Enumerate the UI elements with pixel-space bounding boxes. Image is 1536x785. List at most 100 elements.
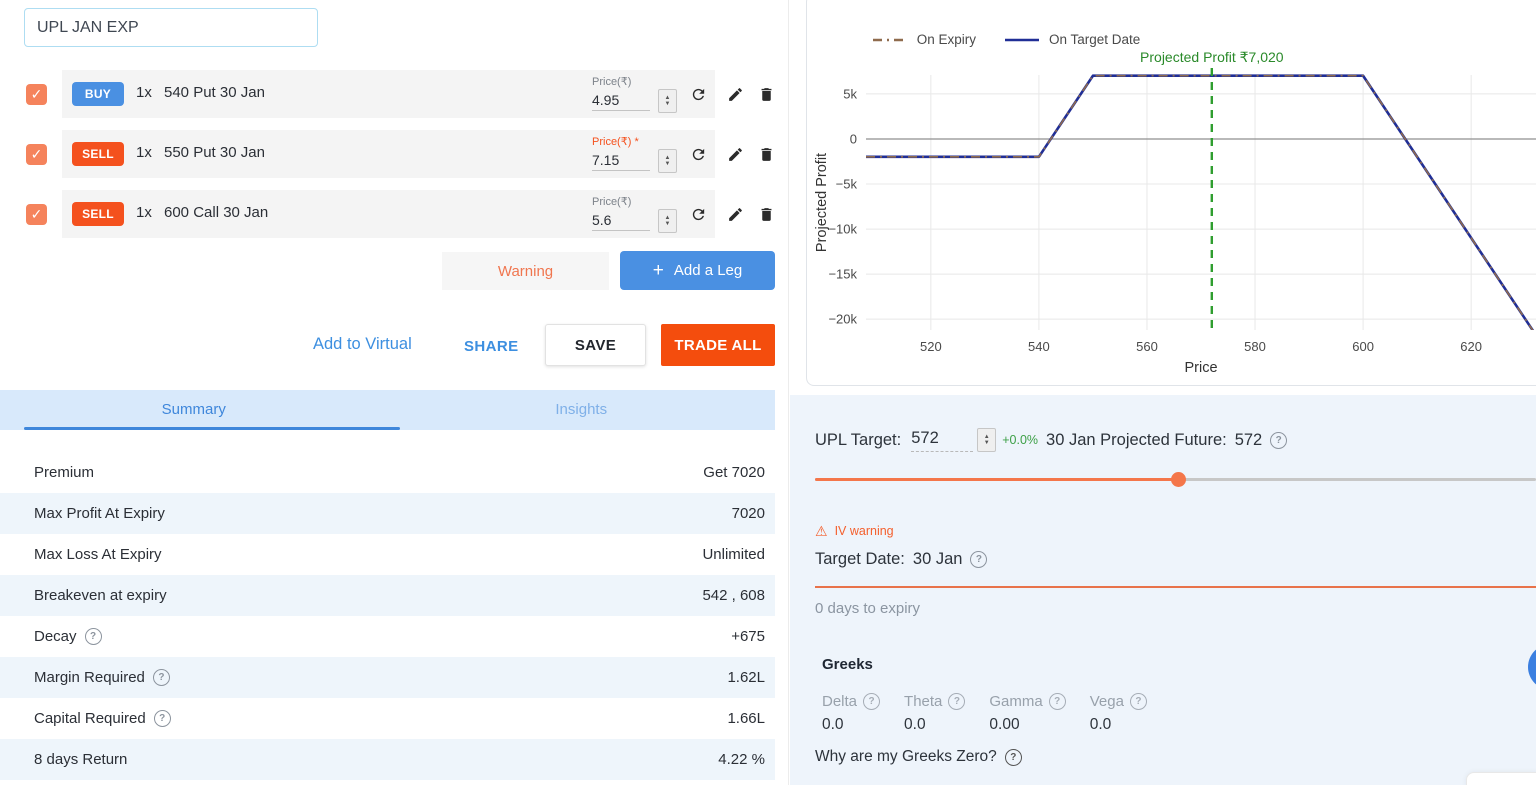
leg-instrument[interactable]: 540 Put 30 Jan [164, 84, 265, 101]
price-stepper[interactable]: ▲▼ [658, 209, 677, 233]
target-input[interactable]: 572 [911, 429, 973, 452]
side-badge-sell[interactable]: SELL [72, 202, 124, 226]
greek-gamma: Gamma? 0.00 [989, 693, 1065, 734]
trade-all-button[interactable]: TRADE ALL [661, 324, 775, 366]
add-leg-button[interactable]: + Add a Leg [620, 251, 775, 290]
target-date-slider[interactable] [815, 586, 1536, 588]
delete-leg-icon[interactable] [758, 146, 775, 163]
price-input[interactable]: 4.95 [592, 92, 650, 111]
svg-text:Projected Profit: Projected Profit [814, 153, 830, 252]
warning-button[interactable]: Warning [442, 252, 609, 290]
row-label: Breakeven at expiry [34, 587, 167, 604]
iv-warning[interactable]: ⚠ IV warning [815, 524, 894, 538]
leg-instrument[interactable]: 550 Put 30 Jan [164, 144, 265, 161]
leg-quantity[interactable]: 1x [136, 204, 152, 221]
why-greeks-zero-label: Why are my Greeks Zero? [815, 748, 997, 766]
help-icon[interactable]: ? [948, 693, 965, 710]
refresh-price-icon[interactable] [690, 206, 707, 223]
help-icon[interactable]: ? [1270, 432, 1287, 449]
leg-quantity[interactable]: 1x [136, 84, 152, 101]
plus-icon: + [653, 261, 664, 280]
svg-text:600: 600 [1352, 339, 1374, 354]
leg-checkbox[interactable]: ✓ [26, 84, 47, 105]
target-row: UPL Target: 572 ▲▼ +0.0% 30 Jan Projecte… [815, 428, 1287, 452]
delete-leg-icon[interactable] [758, 206, 775, 223]
svg-text:620: 620 [1460, 339, 1482, 354]
stepper-down-icon[interactable]: ▼ [665, 161, 671, 167]
tab-insights[interactable]: Insights [388, 390, 776, 430]
why-greeks-zero-link[interactable]: Why are my Greeks Zero? ? [815, 748, 1022, 766]
row-value: 1.66L [727, 710, 765, 727]
help-icon[interactable]: ? [154, 710, 171, 727]
leg-instrument[interactable]: 600 Call 30 Jan [164, 204, 268, 221]
summary-row-return: 8 days Return 4.22 % [0, 739, 775, 780]
tab-summary[interactable]: Summary [0, 390, 388, 430]
projected-future-value: 572 [1235, 431, 1263, 450]
row-label: 8 days Return [34, 751, 127, 768]
price-stepper[interactable]: ▲▼ [658, 149, 677, 173]
leg-row: SELL 1x 600 Call 30 Jan Price(₹) 5.6 ▲▼ [62, 190, 715, 238]
stepper-down-icon[interactable]: ▼ [665, 101, 671, 107]
svg-text:Projected Profit ₹7,020: Projected Profit ₹7,020 [1140, 49, 1284, 65]
svg-text:520: 520 [920, 339, 942, 354]
greek-value: 0.0 [904, 716, 965, 734]
price-stepper[interactable]: ▲▼ [658, 89, 677, 113]
help-icon[interactable]: ? [1130, 693, 1147, 710]
save-button[interactable]: SAVE [545, 324, 646, 366]
days-to-expiry: 0 days to expiry [815, 600, 920, 617]
svg-text:5k: 5k [843, 86, 857, 101]
price-label: Price(₹) [592, 195, 631, 208]
target-date-value: 30 Jan [913, 550, 963, 569]
add-to-virtual-link[interactable]: Add to Virtual [313, 335, 412, 354]
row-value: +675 [731, 628, 765, 645]
leg-checkbox[interactable]: ✓ [26, 204, 47, 225]
stepper-down-icon[interactable]: ▼ [984, 440, 990, 446]
leg-checkbox[interactable]: ✓ [26, 144, 47, 165]
summary-insights-tabbar: Summary Insights [0, 390, 775, 430]
greek-value: 0.00 [989, 716, 1065, 734]
row-value: 542 , 608 [702, 587, 765, 604]
target-stepper[interactable]: ▲▼ [977, 428, 996, 452]
greek-value: 0.0 [822, 716, 880, 734]
strategy-name-input[interactable] [24, 8, 318, 47]
stepper-down-icon[interactable]: ▼ [665, 221, 671, 227]
row-value: Unlimited [702, 546, 765, 563]
help-icon[interactable]: ? [970, 551, 987, 568]
side-badge-sell[interactable]: SELL [72, 142, 124, 166]
svg-text:540: 540 [1028, 339, 1050, 354]
delete-leg-icon[interactable] [758, 86, 775, 103]
help-icon[interactable]: ? [153, 669, 170, 686]
add-leg-label: Add a Leg [674, 262, 742, 279]
target-price-slider[interactable] [815, 478, 1536, 481]
help-icon[interactable]: ? [863, 693, 880, 710]
edit-leg-icon[interactable] [727, 146, 744, 163]
svg-text:−20k: −20k [828, 312, 857, 327]
help-icon[interactable]: ? [85, 628, 102, 645]
price-input[interactable]: 5.6 [592, 212, 650, 231]
edit-leg-icon[interactable] [727, 206, 744, 223]
leg-row: SELL 1x 550 Put 30 Jan Price(₹) * 7.15 ▲… [62, 130, 715, 178]
share-link[interactable]: SHARE [464, 338, 519, 355]
help-icon[interactable]: ? [1049, 693, 1066, 710]
greek-delta: Delta? 0.0 [822, 693, 880, 734]
greek-vega: Vega? 0.0 [1090, 693, 1147, 734]
greeks-title: Greeks [822, 656, 873, 673]
check-icon: ✓ [31, 146, 43, 162]
payoff-chart[interactable]: 5205405605806006205k0−5k−10k−15k−20kPric… [806, 0, 1536, 384]
greeks-row: Delta? 0.0 Theta? 0.0 Gamma? 0.00 Vega? … [822, 693, 1147, 734]
row-label: Capital Required? [34, 710, 171, 727]
refresh-price-icon[interactable] [690, 146, 707, 163]
side-badge-buy[interactable]: BUY [72, 82, 124, 106]
price-label: Price(₹) * [592, 135, 639, 148]
svg-text:Price: Price [1184, 360, 1217, 376]
svg-text:560: 560 [1136, 339, 1158, 354]
row-value: Get 7020 [703, 464, 765, 481]
edit-leg-icon[interactable] [727, 86, 744, 103]
price-label: Price(₹) [592, 75, 631, 88]
refresh-price-icon[interactable] [690, 86, 707, 103]
warning-icon: ⚠ [815, 524, 828, 538]
help-icon[interactable]: ? [1005, 749, 1022, 766]
slider-thumb[interactable] [1171, 472, 1186, 487]
leg-quantity[interactable]: 1x [136, 144, 152, 161]
price-input[interactable]: 7.15 [592, 152, 650, 171]
